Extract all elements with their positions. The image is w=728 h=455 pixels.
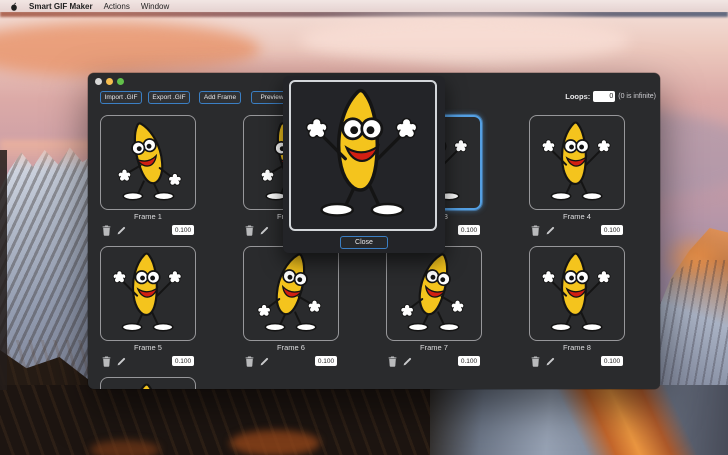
close-button[interactable]: Close bbox=[340, 236, 388, 249]
frame-label: Frame 1 bbox=[134, 212, 162, 221]
frame-thumbnail[interactable] bbox=[100, 115, 196, 210]
delete-frame-icon[interactable] bbox=[531, 224, 540, 236]
apple-logo-icon[interactable] bbox=[10, 2, 18, 11]
banana-illustration bbox=[541, 120, 611, 200]
edit-frame-icon[interactable] bbox=[403, 356, 412, 367]
banana-illustration bbox=[140, 382, 153, 389]
frame-delay-input[interactable] bbox=[601, 356, 623, 366]
frame-label: Frame 4 bbox=[563, 212, 591, 221]
frame-controls bbox=[529, 355, 625, 367]
edit-frame-icon[interactable] bbox=[546, 225, 555, 236]
frame-cell: Frame 1 bbox=[100, 115, 196, 236]
import-gif-button[interactable]: Import .GIF bbox=[100, 91, 142, 104]
frame-label: Frame 6 bbox=[277, 343, 305, 352]
window-minimize-button[interactable] bbox=[106, 78, 113, 85]
frame-controls bbox=[243, 355, 339, 367]
banana-illustration bbox=[400, 252, 465, 331]
wallpaper-left-edge-shadow bbox=[0, 150, 7, 390]
menu-item-window[interactable]: Window bbox=[141, 2, 169, 11]
frame-thumbnail[interactable] bbox=[100, 246, 196, 341]
wallpaper-left-mountain-alpenglow bbox=[0, 140, 97, 170]
frame-thumbnail[interactable] bbox=[529, 246, 625, 341]
frame-controls bbox=[529, 224, 625, 236]
wallpaper-autumn-patch bbox=[230, 430, 320, 455]
delete-frame-icon[interactable] bbox=[245, 224, 254, 236]
frame-controls bbox=[386, 355, 482, 367]
menu-bar: Smart GIF Maker Actions Window bbox=[0, 0, 728, 12]
export-gif-button[interactable]: Export .GIF bbox=[148, 91, 190, 104]
delete-frame-icon[interactable] bbox=[102, 224, 111, 236]
delete-frame-icon[interactable] bbox=[102, 355, 111, 367]
frame-label: Frame 8 bbox=[563, 343, 591, 352]
frame-controls bbox=[100, 355, 196, 367]
loops-hint: (0 is infinite) bbox=[618, 93, 656, 100]
banana-illustration bbox=[541, 251, 611, 331]
frame-label: Frame 5 bbox=[134, 343, 162, 352]
edit-frame-icon[interactable] bbox=[117, 225, 126, 236]
banana-illustration bbox=[117, 121, 182, 200]
frame-label: Frame 7 bbox=[420, 343, 448, 352]
banana-illustration bbox=[257, 252, 322, 331]
loops-setting: Loops: (0 is infinite) bbox=[565, 90, 656, 103]
delete-frame-icon[interactable] bbox=[388, 355, 397, 367]
edit-frame-icon[interactable] bbox=[260, 225, 269, 236]
frame-thumbnail[interactable] bbox=[100, 377, 196, 389]
frame-controls bbox=[100, 224, 196, 236]
popup-preview-image bbox=[289, 80, 437, 231]
edit-frame-icon[interactable] bbox=[260, 356, 269, 367]
frame-cell: Frame 6 bbox=[243, 246, 339, 367]
menu-item-actions[interactable]: Actions bbox=[104, 2, 130, 11]
frame-delay-input[interactable] bbox=[315, 356, 337, 366]
loops-label: Loops: bbox=[565, 92, 591, 101]
app-window: Import .GIF Export .GIF Add Frame Previe… bbox=[88, 73, 660, 389]
banana-illustration bbox=[112, 251, 182, 331]
frame-cell: Frame 5 bbox=[100, 246, 196, 367]
frame-cell bbox=[100, 377, 196, 389]
frame-delay-input[interactable] bbox=[458, 225, 480, 235]
frame-cell: Frame 4 bbox=[529, 115, 625, 236]
menu-app-name[interactable]: Smart GIF Maker bbox=[29, 2, 93, 11]
frame-cell: Frame 8 bbox=[529, 246, 625, 367]
add-frame-button[interactable]: Add Frame bbox=[199, 91, 241, 104]
window-close-button[interactable] bbox=[95, 78, 102, 85]
wallpaper-sunlit-streak bbox=[520, 385, 728, 455]
frame-delay-input[interactable] bbox=[601, 225, 623, 235]
frame-cell: Frame 7 bbox=[386, 246, 482, 367]
frame-thumbnail[interactable] bbox=[386, 246, 482, 341]
delete-frame-icon[interactable] bbox=[531, 355, 540, 367]
preview-popup: Close bbox=[283, 76, 445, 253]
banana-illustration bbox=[305, 88, 418, 217]
edit-frame-icon[interactable] bbox=[546, 356, 555, 367]
window-zoom-button[interactable] bbox=[117, 78, 124, 85]
frame-delay-input[interactable] bbox=[172, 356, 194, 366]
delete-frame-icon[interactable] bbox=[245, 355, 254, 367]
wallpaper-cloud bbox=[300, 16, 630, 64]
frame-thumbnail[interactable] bbox=[243, 246, 339, 341]
frame-delay-input[interactable] bbox=[172, 225, 194, 235]
loops-input[interactable] bbox=[593, 91, 616, 102]
frame-delay-input[interactable] bbox=[458, 356, 480, 366]
wallpaper-autumn-patch bbox=[90, 440, 160, 455]
edit-frame-icon[interactable] bbox=[117, 356, 126, 367]
frame-thumbnail[interactable] bbox=[529, 115, 625, 210]
